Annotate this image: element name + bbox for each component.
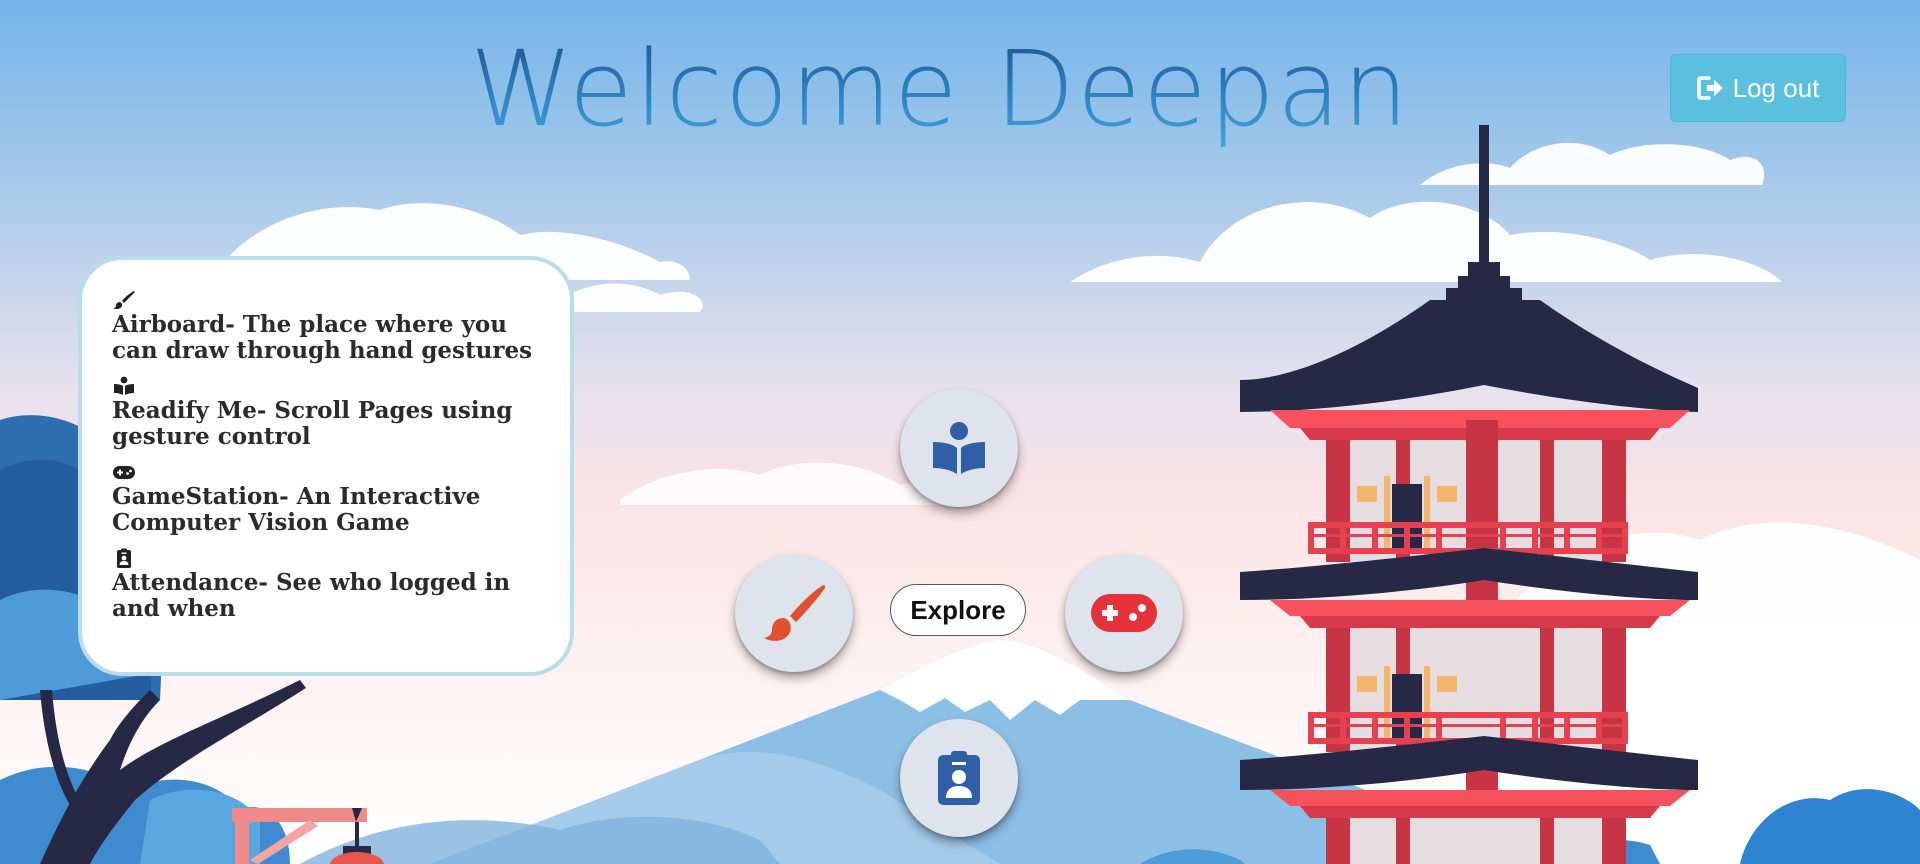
book-reader-icon <box>114 376 134 395</box>
paint-brush-icon <box>764 585 826 641</box>
feature-attendance: Attendance- See who logged in and when <box>112 548 542 622</box>
sign-out-icon <box>1696 76 1723 100</box>
page-title: Welcome Deepan <box>470 28 1450 150</box>
id-badge-icon <box>938 751 980 805</box>
feature-readify: Readify Me- Scroll Pages using gesture c… <box>112 376 542 450</box>
logout-label: Log out <box>1732 72 1820 103</box>
gamepad-icon <box>1091 594 1157 632</box>
gamepad-icon <box>113 466 135 479</box>
id-badge-icon <box>117 548 131 568</box>
feature-gamestation-text: GameStation- An Interactive Computer Vis… <box>112 483 481 536</box>
readify-button[interactable] <box>900 389 1018 507</box>
feature-attendance-text: Attendance- See who logged in and when <box>112 569 511 622</box>
attendance-button[interactable] <box>900 719 1018 837</box>
feature-description-card: Airboard- The place where you can draw t… <box>78 256 574 676</box>
gamestation-button[interactable] <box>1065 554 1183 672</box>
explore-button[interactable]: Explore <box>890 584 1026 636</box>
airboard-button[interactable] <box>735 554 853 672</box>
feature-gamestation: GameStation- An Interactive Computer Vis… <box>112 462 542 536</box>
feature-airboard-text: Airboard- The place where you can draw t… <box>112 311 533 364</box>
feature-airboard: Airboard- The place where you can draw t… <box>112 290 542 364</box>
paint-brush-icon <box>113 291 135 310</box>
book-reader-icon <box>933 422 985 474</box>
page-background: Welcome Deepan Log out Airboard- The pla… <box>0 0 1920 864</box>
logout-button[interactable]: Log out <box>1670 54 1846 122</box>
feature-readify-text: Readify Me- Scroll Pages using gesture c… <box>112 397 513 450</box>
